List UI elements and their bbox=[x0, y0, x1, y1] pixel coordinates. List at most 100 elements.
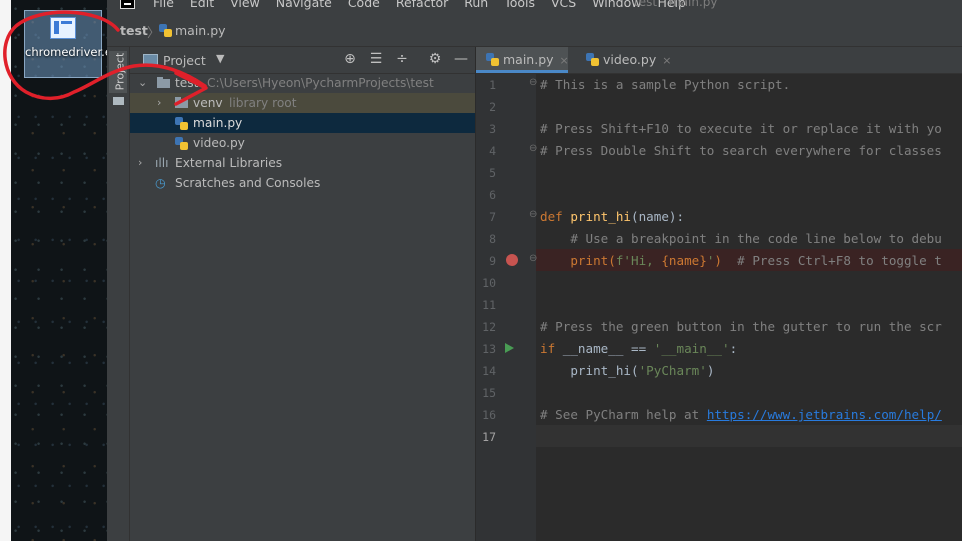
locate-target-icon[interactable]: ⊕ bbox=[341, 51, 359, 67]
code-line-12[interactable]: # Press the green button in the gutter t… bbox=[540, 316, 942, 338]
line-number: 15 bbox=[482, 386, 496, 400]
code-line-13[interactable]: if __name__ == '__main__': bbox=[540, 338, 737, 360]
external-libraries-label: External Libraries bbox=[175, 156, 283, 170]
collapse-all-icon[interactable]: ÷ bbox=[393, 51, 411, 67]
menu-navigate[interactable]: Navigate bbox=[276, 0, 332, 10]
chevron-down-icon[interactable]: ▼ bbox=[216, 52, 224, 65]
string-main: '__main__' bbox=[653, 341, 730, 356]
menu-run[interactable]: Run bbox=[464, 0, 488, 10]
code-line-4[interactable]: # Press Double Shift to search everywher… bbox=[540, 140, 942, 162]
menu-items: File Edit View Navigate Code Refactor Ru… bbox=[153, 0, 698, 10]
left-tool-strip: Project bbox=[107, 47, 130, 541]
gear-icon[interactable]: ⚙ bbox=[426, 51, 444, 67]
venv-note: library root bbox=[229, 96, 297, 110]
window-title: test - main.py bbox=[634, 0, 718, 9]
chevron-down-icon[interactable]: ⌄ bbox=[138, 73, 147, 93]
chromedriver-desktop-icon[interactable]: chromedriver.exe bbox=[24, 10, 107, 78]
project-view-icon bbox=[143, 54, 158, 66]
python-file-icon bbox=[486, 53, 499, 66]
line-number: 11 bbox=[482, 298, 496, 312]
tree-row-root[interactable]: ⌄ test C:\Users\Hyeon\PycharmProjects\te… bbox=[130, 73, 475, 93]
menu-refactor[interactable]: Refactor bbox=[396, 0, 448, 10]
chevron-right-icon[interactable]: › bbox=[157, 93, 161, 113]
help-comment: # See PyCharm help at bbox=[540, 407, 707, 422]
print-call: print( bbox=[540, 253, 616, 268]
help-link[interactable]: https://www.jetbrains.com/help/ bbox=[707, 407, 942, 422]
code-line-7[interactable]: def print_hi(name): bbox=[540, 206, 684, 228]
tree-row-external-libraries[interactable]: › ıllı External Libraries bbox=[130, 153, 475, 173]
line-number: 14 bbox=[482, 364, 496, 378]
line-number: 2 bbox=[489, 100, 496, 114]
function-params: (name): bbox=[631, 209, 685, 224]
menu-vcs[interactable]: VCS bbox=[551, 0, 576, 10]
project-panel: Project ▼ ⊕ ☰ ÷ ⚙ — ⌄ test C:\Users\Hyeo… bbox=[130, 47, 475, 541]
exe-file-icon bbox=[50, 17, 76, 39]
hide-panel-icon[interactable]: — bbox=[452, 51, 470, 67]
scratches-label: Scratches and Consoles bbox=[175, 176, 321, 190]
menu-file[interactable]: File bbox=[153, 0, 174, 10]
code-editor: main.py × video.py × ⊖ ⊖ ⊖ ⊖ # This is a s… bbox=[476, 47, 962, 541]
line-number: 4 bbox=[489, 144, 496, 158]
expand-all-icon[interactable]: ☰ bbox=[367, 51, 385, 67]
python-file-icon bbox=[175, 117, 188, 130]
pycharm-window: File Edit View Navigate Code Refactor Ru… bbox=[107, 0, 962, 541]
tab-label: video.py bbox=[603, 52, 657, 67]
folder-icon[interactable] bbox=[113, 97, 124, 105]
file-name: video.py bbox=[193, 136, 245, 150]
python-file-icon bbox=[586, 53, 599, 66]
close-icon[interactable]: × bbox=[662, 54, 671, 67]
library-bars-icon: ıllı bbox=[155, 156, 169, 170]
project-panel-title[interactable]: Project bbox=[163, 53, 206, 68]
code-line-14[interactable]: print_hi('PyCharm') bbox=[540, 360, 714, 382]
breadcrumb-file[interactable]: main.py bbox=[175, 23, 226, 38]
fstring-start: f'Hi, bbox=[615, 253, 662, 268]
fold-marker-icon[interactable]: ⊖ bbox=[529, 253, 537, 264]
fold-marker-icon[interactable]: ⊖ bbox=[529, 143, 537, 154]
menu-code[interactable]: Code bbox=[348, 0, 380, 10]
line-number: 16 bbox=[482, 408, 496, 422]
tree-row-video-py[interactable]: video.py bbox=[130, 133, 475, 153]
project-tool-tab-label: Project bbox=[113, 52, 127, 91]
run-gutter-icon[interactable] bbox=[505, 343, 514, 353]
keyword-if: if bbox=[540, 341, 563, 356]
chevron-right-icon[interactable]: › bbox=[138, 153, 142, 173]
tree-row-venv[interactable]: › venv library root bbox=[130, 93, 475, 113]
python-file-icon bbox=[159, 24, 172, 37]
call-close: ) bbox=[706, 363, 715, 378]
menu-tools[interactable]: Tools bbox=[504, 0, 535, 10]
folder-icon bbox=[157, 77, 170, 88]
line-number: 12 bbox=[482, 320, 496, 334]
tab-video-py[interactable]: video.py × bbox=[576, 47, 671, 73]
pycharm-logo-icon bbox=[120, 0, 135, 9]
line-number: 13 bbox=[482, 342, 496, 356]
breadcrumb-project[interactable]: test bbox=[120, 23, 148, 38]
project-panel-header: Project ▼ ⊕ ☰ ÷ ⚙ — bbox=[130, 47, 475, 74]
file-name: main.py bbox=[193, 116, 243, 130]
menu-edit[interactable]: Edit bbox=[190, 0, 214, 10]
code-line-3[interactable]: # Press Shift+F10 to execute it or repla… bbox=[540, 118, 942, 140]
line-number: 5 bbox=[489, 166, 496, 180]
fold-marker-icon[interactable]: ⊖ bbox=[529, 209, 537, 220]
code-line-8[interactable]: # Use a breakpoint in the code line belo… bbox=[540, 228, 942, 250]
breakpoint-icon[interactable] bbox=[506, 254, 518, 266]
code-line-16[interactable]: # See PyCharm help at https://www.jetbra… bbox=[540, 404, 942, 426]
inline-comment: # Press Ctrl+F8 to toggle t bbox=[737, 253, 942, 268]
folder-icon bbox=[175, 97, 188, 108]
project-tool-tab[interactable]: Project bbox=[109, 51, 127, 93]
close-icon[interactable]: × bbox=[560, 54, 569, 67]
fold-marker-icon[interactable]: ⊖ bbox=[529, 77, 537, 88]
menu-view[interactable]: View bbox=[230, 0, 260, 10]
line-number: 7 bbox=[489, 210, 496, 224]
code-line-9[interactable]: print(f'Hi, {name}') # Press Ctrl+F8 to … bbox=[540, 250, 942, 272]
string-pycharm: 'PyCharm' bbox=[638, 363, 707, 378]
call-close: ) bbox=[714, 253, 738, 268]
code-line-1[interactable]: # This is a sample Python script. bbox=[540, 74, 790, 96]
line-number: 9 bbox=[489, 254, 496, 268]
tree-row-scratches[interactable]: ◷ Scratches and Consoles bbox=[130, 173, 475, 193]
navigation-bar: test 〉 main.py bbox=[107, 11, 962, 47]
root-folder-path: C:\Users\Hyeon\PycharmProjects\test bbox=[207, 76, 434, 90]
tab-main-py[interactable]: main.py × bbox=[476, 47, 569, 73]
line-number: 3 bbox=[489, 122, 496, 136]
fstring-brace: {name} bbox=[661, 253, 707, 268]
tree-row-main-py[interactable]: main.py bbox=[130, 113, 475, 133]
